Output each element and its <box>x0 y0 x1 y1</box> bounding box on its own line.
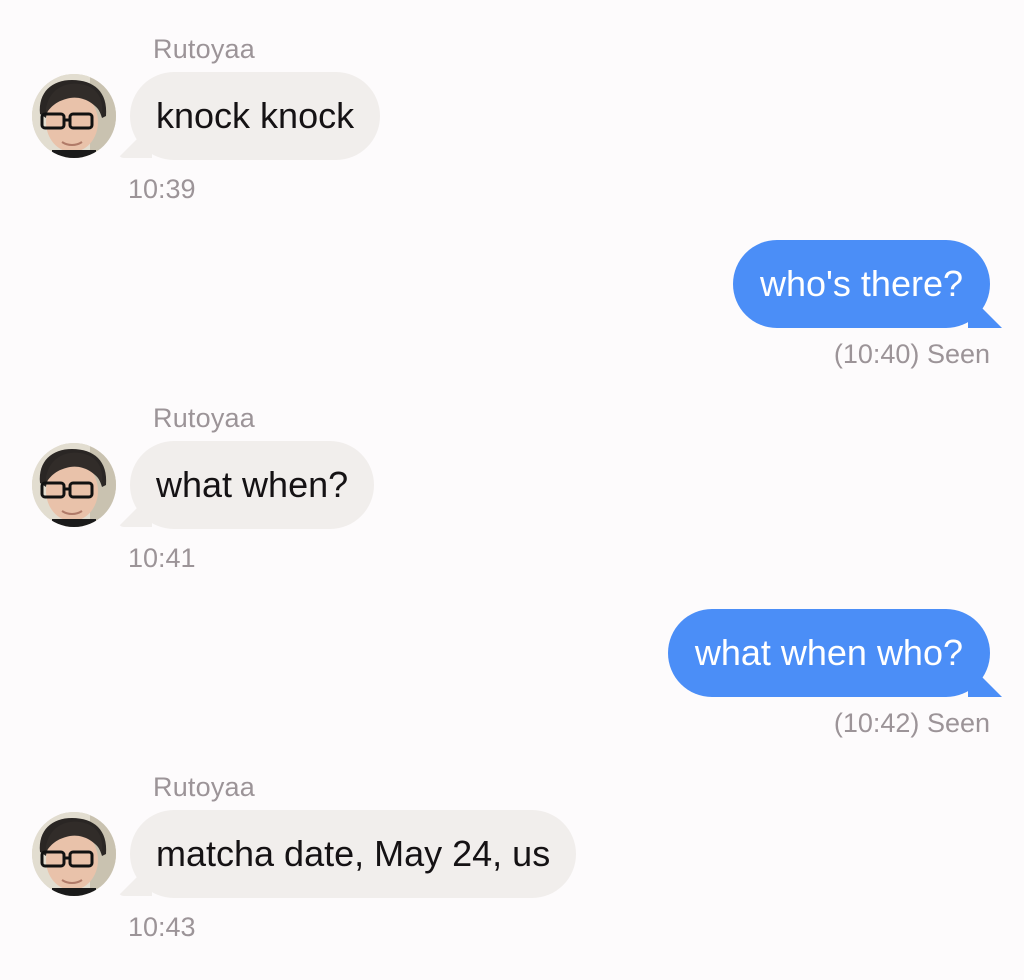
incoming-message-bubble[interactable]: matcha date, May 24, us <box>130 810 577 898</box>
sender-name: Rutoyaa <box>153 34 255 64</box>
seen-status: Seen <box>926 708 990 738</box>
user-avatar-icon[interactable] <box>32 74 116 158</box>
outgoing-message-bubble[interactable]: who's there? <box>733 240 990 328</box>
message-timestamp: 10:39 <box>128 174 196 204</box>
chat-thread: Rutoyaa knock knock 10:39 who's there? (… <box>0 0 1024 980</box>
sender-name: Rutoyaa <box>153 403 255 433</box>
message-timestamp: 10:43 <box>128 912 196 942</box>
seen-status: Seen <box>926 339 990 369</box>
incoming-message-bubble[interactable]: knock knock <box>130 72 381 160</box>
outgoing-message-bubble[interactable]: what when who? <box>667 609 990 697</box>
message-status: (10:42) Seen <box>834 708 990 739</box>
message-timestamp: (10:42) <box>833 708 920 738</box>
message-timestamp: 10:41 <box>128 543 196 573</box>
user-avatar-icon[interactable] <box>32 443 116 527</box>
user-avatar-icon[interactable] <box>32 812 116 896</box>
sender-name: Rutoyaa <box>153 772 255 802</box>
message-status: (10:40) Seen <box>834 339 990 370</box>
incoming-message-bubble[interactable]: what when? <box>130 441 375 529</box>
message-timestamp: (10:40) <box>833 339 920 369</box>
